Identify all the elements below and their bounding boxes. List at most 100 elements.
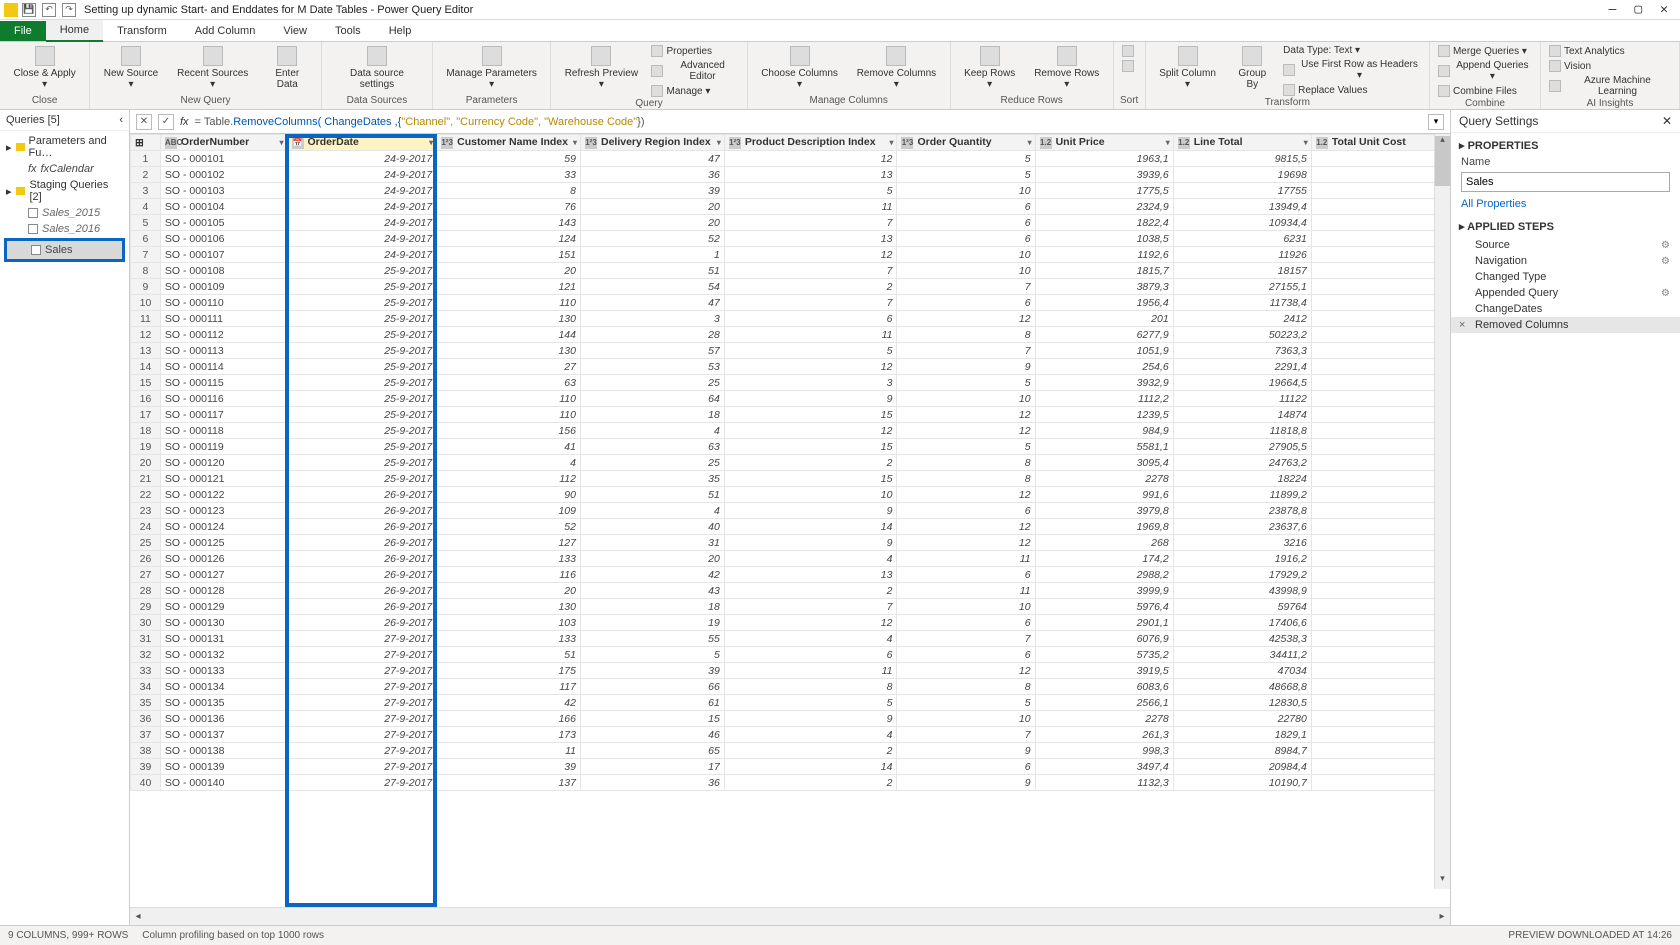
cell[interactable]: 18: [580, 407, 724, 423]
cell[interactable]: 2: [724, 775, 897, 791]
cell[interactable]: 1916,2: [1173, 551, 1311, 567]
cell[interactable]: 6: [897, 503, 1035, 519]
cell[interactable]: 3879,3: [1035, 279, 1173, 295]
cell[interactable]: 130: [437, 599, 581, 615]
cell[interactable]: [1311, 583, 1449, 599]
cell[interactable]: 24-9-2017: [287, 183, 437, 199]
cell[interactable]: 18224: [1173, 471, 1311, 487]
table-row[interactable]: 24SO - 00012426-9-2017524014121969,82363…: [131, 519, 1450, 535]
cell[interactable]: 7: [724, 263, 897, 279]
row-number[interactable]: 17: [131, 407, 161, 423]
cell[interactable]: 137: [437, 775, 581, 791]
cell[interactable]: [1311, 231, 1449, 247]
filter-icon[interactable]: ▾: [1304, 138, 1308, 147]
cell[interactable]: [1311, 167, 1449, 183]
table-row[interactable]: 39SO - 00013927-9-201739171463497,420984…: [131, 759, 1450, 775]
cell[interactable]: 17406,6: [1173, 615, 1311, 631]
table-row[interactable]: 18SO - 00011825-9-201715641212984,911818…: [131, 423, 1450, 439]
cell[interactable]: 7: [897, 343, 1035, 359]
applied-step-changedates[interactable]: ChangeDates: [1451, 301, 1680, 317]
cell[interactable]: 3497,4: [1035, 759, 1173, 775]
cell[interactable]: 11: [724, 199, 897, 215]
manage-parameters-button[interactable]: Manage Parameters ▾: [439, 44, 544, 92]
table-row[interactable]: 34SO - 00013427-9-201711766886083,648668…: [131, 679, 1450, 695]
cell[interactable]: 2: [724, 583, 897, 599]
cell[interactable]: 984,9: [1035, 423, 1173, 439]
cell[interactable]: [1311, 183, 1449, 199]
formula-cancel-button[interactable]: ✕: [136, 114, 152, 130]
cell[interactable]: 26-9-2017: [287, 503, 437, 519]
table-row[interactable]: 38SO - 00013827-9-2017116529998,38984,7: [131, 743, 1450, 759]
cell[interactable]: SO - 000111: [160, 311, 287, 327]
vertical-scrollbar[interactable]: ▴ ▾: [1434, 134, 1450, 889]
table-row[interactable]: 36SO - 00013627-9-201716615910227822780: [131, 711, 1450, 727]
cell[interactable]: 11122: [1173, 391, 1311, 407]
cell[interactable]: SO - 000105: [160, 215, 287, 231]
cell[interactable]: SO - 000125: [160, 535, 287, 551]
table-row[interactable]: 1SO - 00010124-9-201759471251963,19815,5: [131, 151, 1450, 167]
cell[interactable]: 11899,2: [1173, 487, 1311, 503]
cell[interactable]: 2324,9: [1035, 199, 1173, 215]
scroll-down-icon[interactable]: ▾: [1435, 873, 1450, 889]
cell[interactable]: 39: [580, 183, 724, 199]
cell[interactable]: 166: [437, 711, 581, 727]
cell[interactable]: 27-9-2017: [287, 711, 437, 727]
filter-icon[interactable]: ▾: [1166, 138, 1170, 147]
cell[interactable]: 109: [437, 503, 581, 519]
cell[interactable]: 27-9-2017: [287, 775, 437, 791]
cell[interactable]: 43: [580, 583, 724, 599]
table-row[interactable]: 2SO - 00010224-9-201733361353939,619698: [131, 167, 1450, 183]
cell[interactable]: SO - 000112: [160, 327, 287, 343]
cell[interactable]: 26-9-2017: [287, 567, 437, 583]
cell[interactable]: 27-9-2017: [287, 727, 437, 743]
cell[interactable]: SO - 000108: [160, 263, 287, 279]
cell[interactable]: 52: [437, 519, 581, 535]
query-sales-2015[interactable]: Sales_2015: [0, 205, 129, 221]
cell[interactable]: 17755: [1173, 183, 1311, 199]
cell[interactable]: 23637,6: [1173, 519, 1311, 535]
row-number[interactable]: 11: [131, 311, 161, 327]
cell[interactable]: SO - 000103: [160, 183, 287, 199]
cell[interactable]: 47034: [1173, 663, 1311, 679]
cell[interactable]: 43998,9: [1173, 583, 1311, 599]
cell[interactable]: 51: [580, 487, 724, 503]
cell[interactable]: 4: [437, 455, 581, 471]
cell[interactable]: 11818,8: [1173, 423, 1311, 439]
cell[interactable]: 20: [437, 263, 581, 279]
cell[interactable]: 11926: [1173, 247, 1311, 263]
cell[interactable]: 40: [580, 519, 724, 535]
cell[interactable]: SO - 000119: [160, 439, 287, 455]
cell[interactable]: SO - 000121: [160, 471, 287, 487]
cell[interactable]: 5: [897, 167, 1035, 183]
redo-icon[interactable]: ↷: [62, 3, 76, 17]
cell[interactable]: 26-9-2017: [287, 551, 437, 567]
row-number[interactable]: 4: [131, 199, 161, 215]
cell[interactable]: 6: [897, 231, 1035, 247]
cell[interactable]: 24-9-2017: [287, 247, 437, 263]
cell[interactable]: 4: [580, 503, 724, 519]
cell[interactable]: 18: [580, 599, 724, 615]
table-row[interactable]: 15SO - 00011525-9-20176325353932,919664,…: [131, 375, 1450, 391]
row-number[interactable]: 37: [131, 727, 161, 743]
table-row[interactable]: 5SO - 00010524-9-201714320761822,410934,…: [131, 215, 1450, 231]
cell[interactable]: [1311, 759, 1449, 775]
cell[interactable]: 103: [437, 615, 581, 631]
cell[interactable]: 24763,2: [1173, 455, 1311, 471]
cell[interactable]: SO - 000133: [160, 663, 287, 679]
cell[interactable]: 14: [724, 519, 897, 535]
cell[interactable]: 2278: [1035, 471, 1173, 487]
cell[interactable]: SO - 000134: [160, 679, 287, 695]
row-number[interactable]: 29: [131, 599, 161, 615]
cell[interactable]: [1311, 263, 1449, 279]
cell[interactable]: 3932,9: [1035, 375, 1173, 391]
cell[interactable]: 10: [724, 487, 897, 503]
table-row[interactable]: 10SO - 00011025-9-201711047761956,411738…: [131, 295, 1450, 311]
table-row[interactable]: 17SO - 00011725-9-20171101815121239,5148…: [131, 407, 1450, 423]
cell[interactable]: 7: [897, 631, 1035, 647]
cell[interactable]: 55: [580, 631, 724, 647]
tab-file[interactable]: File: [0, 21, 46, 41]
filter-icon[interactable]: ▾: [573, 138, 577, 147]
column-header-ordernumber[interactable]: ABCOrderNumber▾: [160, 135, 287, 151]
cell[interactable]: 5976,4: [1035, 599, 1173, 615]
cell[interactable]: 25-9-2017: [287, 327, 437, 343]
